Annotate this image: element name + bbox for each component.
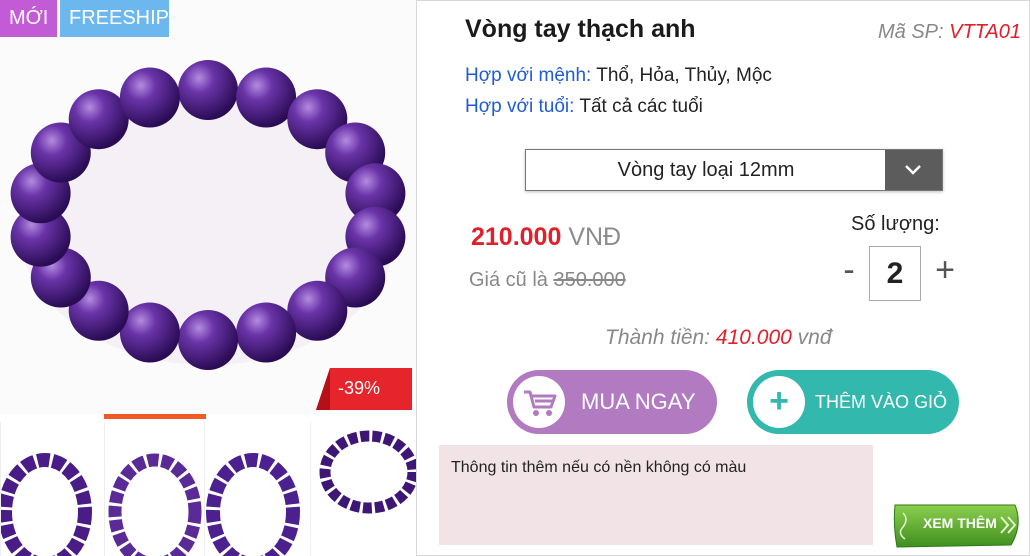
add-to-cart-label: THÊM VÀO GIỎ xyxy=(815,392,948,412)
thumbnail-3[interactable] xyxy=(204,422,302,556)
thumbnail-2[interactable] xyxy=(104,422,202,556)
bead-shape xyxy=(119,67,180,128)
freeship-badge: FREESHIP xyxy=(60,0,169,37)
price-amount: 210.000 xyxy=(471,223,562,251)
attribute-element: Hợp với mệnh: Thổ, Hỏa, Thủy, Mộc xyxy=(465,65,772,87)
quantity-label: Số lượng: xyxy=(851,213,940,235)
bracelet-illustration xyxy=(10,60,406,370)
bead-shape xyxy=(287,280,348,341)
total-unit: vnđ xyxy=(791,326,832,349)
total-value: 410.000 xyxy=(715,326,792,349)
buy-now-button[interactable]: MUA NGAY xyxy=(507,370,717,434)
old-price-value: 350.000 xyxy=(553,269,626,291)
discount-label: -39% xyxy=(338,378,381,398)
bead-shape xyxy=(236,302,297,363)
current-price: 210.000 VNĐ xyxy=(471,223,621,252)
extra-info-box: Thông tin thêm nếu có nền không có màu xyxy=(439,445,873,545)
discount-badge: -39% xyxy=(316,368,412,410)
attribute-value: Thổ, Hỏa, Thủy, Mộc xyxy=(591,65,772,86)
bead-shape xyxy=(178,310,238,370)
product-gallery: MỚI FREESHIP -39% xyxy=(0,0,416,556)
main-product-image[interactable]: MỚI FREESHIP -39% xyxy=(0,0,416,414)
chevron-down-icon xyxy=(905,165,921,175)
bead-shape xyxy=(236,67,297,128)
attribute-label[interactable]: Hợp với mệnh: xyxy=(465,65,591,86)
plus-icon-circle: + xyxy=(753,376,805,428)
thumbnail-bracelet-image xyxy=(206,453,300,556)
quantity-input[interactable]: 2 xyxy=(869,246,921,301)
plus-icon: + xyxy=(769,382,789,420)
variant-dropdown-button[interactable] xyxy=(885,150,942,190)
variant-selected-value[interactable]: Vòng tay loại 12mm xyxy=(526,150,886,190)
product-info-panel: Vòng tay thạch anh Mã SP: VTTA01 Hợp với… xyxy=(416,0,1030,556)
new-badge: MỚI xyxy=(0,0,58,37)
extra-info-text: Thông tin thêm nếu có nền không có màu xyxy=(451,459,747,476)
bead-shape xyxy=(68,89,129,150)
thumbnail-bracelet-image xyxy=(319,430,416,514)
variant-select[interactable]: Vòng tay loại 12mm xyxy=(525,149,943,191)
thumbnail-1[interactable] xyxy=(0,422,98,556)
active-thumb-indicator xyxy=(104,414,206,419)
price-currency: VNĐ xyxy=(561,223,622,251)
see-more-label: XEM THÊM xyxy=(923,515,997,531)
bead-shape xyxy=(178,60,238,120)
buy-now-label: MUA NGAY xyxy=(581,389,696,414)
cart-icon xyxy=(524,390,557,416)
cart-icon-circle xyxy=(513,376,565,428)
attribute-age: Hợp với tuổi: Tất cả các tuổi xyxy=(465,96,703,118)
see-more-button[interactable]: XEM THÊM xyxy=(891,499,1025,551)
sku-value: VTTA01 xyxy=(949,21,1021,43)
quantity-decrease-button[interactable]: - xyxy=(835,251,863,291)
thumbnail-bracelet-image xyxy=(108,453,202,556)
total-label: Thành tiền: xyxy=(605,326,716,349)
thumbnail-bracelet-image xyxy=(1,453,92,556)
thumbnail-strip xyxy=(0,414,416,556)
product-title: Vòng tay thạch anh xyxy=(465,15,696,43)
quantity-increase-button[interactable]: + xyxy=(929,251,961,291)
add-to-cart-button[interactable]: + THÊM VÀO GIỎ xyxy=(747,370,959,434)
bead-shape xyxy=(119,302,180,363)
attribute-value: Tất cả các tuổi xyxy=(574,96,703,117)
old-price: Giá cũ là 350.000 xyxy=(469,269,626,292)
attribute-label[interactable]: Hợp với tuổi: xyxy=(465,96,574,117)
product-sku: Mã SP: VTTA01 xyxy=(878,21,1021,44)
thumbnail-4[interactable] xyxy=(310,422,416,556)
total-price: Thành tiền: 410.000 vnđ xyxy=(605,326,832,350)
sku-label: Mã SP: xyxy=(877,21,950,43)
old-price-label: Giá cũ là xyxy=(469,269,554,291)
